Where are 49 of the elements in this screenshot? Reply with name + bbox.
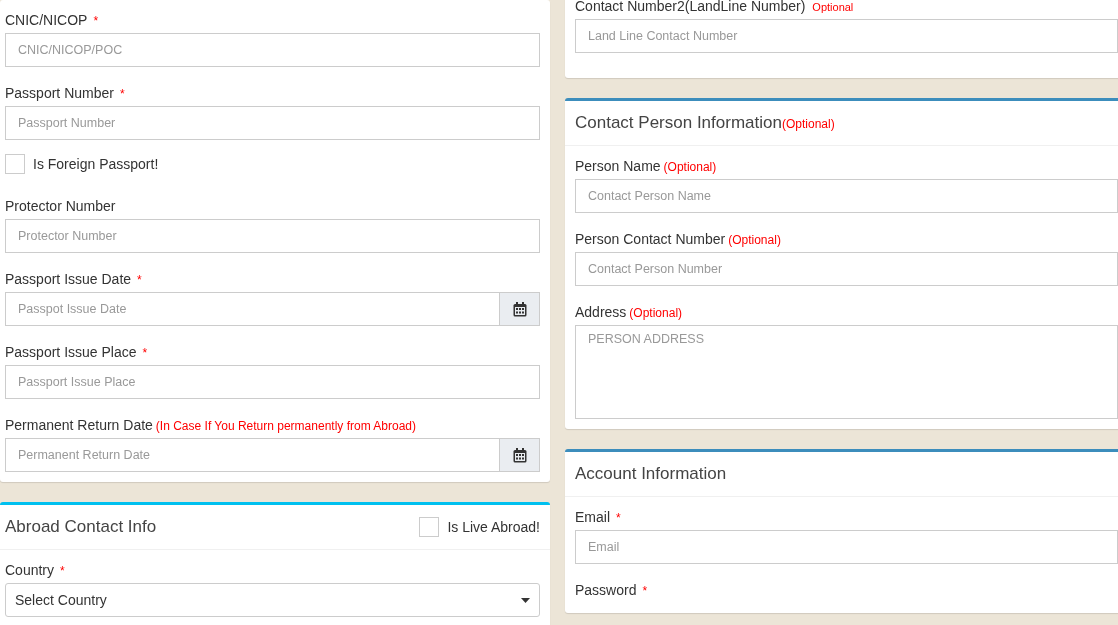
field-note: (Optional) bbox=[728, 233, 781, 247]
required-mark: * bbox=[137, 273, 142, 287]
input-field[interactable]: Passport Issue Place bbox=[5, 365, 540, 399]
field-label: Contact Number2(LandLine Number) bbox=[575, 0, 806, 14]
calendar-button[interactable] bbox=[500, 292, 540, 326]
field-note: (Optional) bbox=[663, 160, 717, 174]
checkbox-label: Is Live Abroad! bbox=[447, 519, 540, 535]
checkbox[interactable] bbox=[419, 517, 440, 537]
field-note: Optional bbox=[812, 1, 854, 13]
field-label: Permanent Return Date bbox=[5, 417, 153, 433]
field-label: CNIC/NICOP bbox=[5, 12, 88, 28]
checkbox-label: Is Foreign Passport! bbox=[33, 156, 159, 172]
field-label: Protector Number bbox=[5, 198, 116, 214]
input-field[interactable]: Contact Person Number bbox=[575, 252, 1118, 286]
field-label: Country bbox=[5, 562, 55, 578]
field-note: (In Case If You Return permanently from Abroad) bbox=[155, 419, 416, 433]
field-label: Person Name bbox=[575, 158, 661, 174]
required-mark: * bbox=[93, 14, 99, 28]
checkbox[interactable] bbox=[5, 154, 25, 174]
required-mark: * bbox=[616, 511, 621, 525]
section-title: Account Information bbox=[575, 464, 727, 484]
input-field[interactable]: Land Line Contact Number bbox=[575, 19, 1118, 53]
calendar-icon bbox=[512, 301, 527, 317]
field-label: Person Contact Number bbox=[575, 231, 726, 247]
input-field[interactable]: Passport Number bbox=[5, 106, 540, 140]
field-label: Address bbox=[575, 304, 627, 320]
required-mark: * bbox=[119, 87, 125, 101]
required-mark: * bbox=[142, 346, 148, 360]
field-note: (Optional) bbox=[629, 306, 683, 320]
caret-icon bbox=[521, 597, 530, 603]
field-label: Passport Issue Date bbox=[5, 271, 132, 287]
field-label: Password bbox=[575, 582, 637, 598]
required-mark: * bbox=[60, 564, 65, 578]
field-label: Email bbox=[575, 509, 610, 525]
field-label: Passport Issue Place bbox=[5, 344, 137, 360]
input-field[interactable]: Email bbox=[575, 530, 1118, 564]
date-field[interactable]: Passpot Issue Date bbox=[5, 292, 500, 326]
country-dropdown[interactable]: Select Country bbox=[5, 583, 540, 617]
calendar-button[interactable] bbox=[500, 438, 540, 472]
input-field[interactable]: CNIC/NICOP/POC bbox=[5, 33, 540, 67]
date-field[interactable]: Permanent Return Date bbox=[5, 438, 500, 472]
field-label: Passport Number bbox=[5, 85, 114, 101]
required-mark: * bbox=[642, 584, 648, 598]
input-field[interactable]: Protector Number bbox=[5, 219, 540, 253]
input-field[interactable]: Contact Person Name bbox=[575, 179, 1118, 213]
section-title: Contact Person Information(Optional) bbox=[575, 113, 835, 133]
calendar-icon bbox=[512, 447, 527, 463]
address-field[interactable]: PERSON ADDRESS bbox=[575, 325, 1118, 419]
section-title: Abroad Contact Info bbox=[5, 517, 157, 537]
